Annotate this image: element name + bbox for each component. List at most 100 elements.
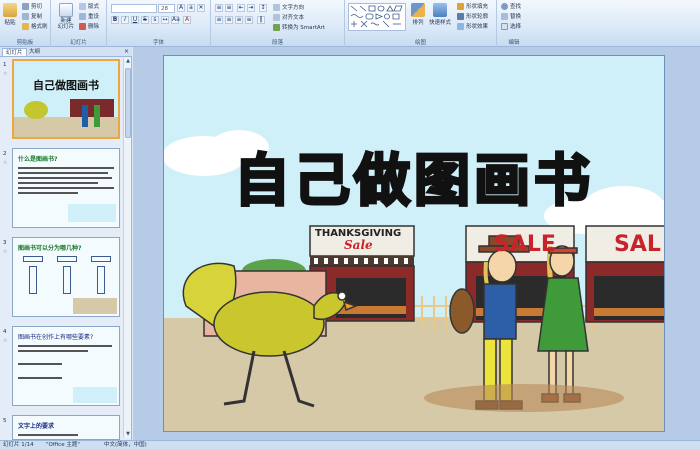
panel-scrollbar[interactable]: ▲ ▼ [123, 58, 131, 438]
text-direction-button[interactable]: 文字方向 [273, 3, 304, 11]
slide-thumbnail-4[interactable]: 图画书在创作上有哪些要素? [12, 326, 120, 406]
drawing-group: 排列 快速样式 形状填充 形状轮廓 形状效果 绘图 [345, 0, 497, 47]
animation-star-icon: ☆ [3, 249, 8, 255]
align-left-button[interactable]: ≡ [215, 16, 223, 24]
strike-button[interactable]: S [141, 16, 149, 24]
drawing-label: 绘图 [414, 40, 426, 46]
binoculars-icon [501, 2, 508, 10]
scroll-down-icon[interactable]: ▼ [125, 431, 131, 438]
format-painter-button[interactable]: 格式刷 [22, 22, 48, 30]
italic-button[interactable]: I [121, 16, 129, 24]
tab-slides[interactable]: 幻灯片 [2, 48, 27, 56]
status-theme: "Office 主题" [46, 442, 80, 448]
layout-icon [79, 2, 86, 10]
store-sign-sale-script: Sale [344, 238, 373, 252]
tab-outline[interactable]: 大纲 [26, 48, 43, 56]
animation-star-icon: ☆ [3, 71, 8, 77]
font-size-combo[interactable]: 28 [158, 4, 175, 13]
thumb-turkey [24, 101, 48, 119]
shape-fill-button[interactable]: 形状填充 [457, 2, 488, 10]
justify-button[interactable]: ≡ [245, 16, 253, 24]
reset-button[interactable]: 重设 [79, 12, 99, 20]
shadow-button[interactable]: s [151, 16, 159, 24]
thumb-number-2: 2 [3, 151, 7, 157]
scroll-up-icon[interactable]: ▲ [125, 58, 131, 65]
brush-icon [22, 22, 29, 30]
effects-icon [457, 22, 464, 30]
thumb-text-line [18, 187, 114, 189]
new-slide-button[interactable]: 新建 幻灯片 [55, 3, 77, 30]
clipboard-group: 粘贴 剪切 复制 格式刷 剪贴板 [0, 0, 51, 47]
font-name-combo[interactable] [111, 4, 157, 13]
thumb-title: 自己做图画书 [33, 79, 99, 92]
slide-thumbnail-1[interactable]: 自己做图画书 [12, 59, 120, 139]
scissors-icon [22, 2, 29, 10]
clear-format-button[interactable]: ✕ [197, 4, 205, 12]
decrease-indent-button[interactable]: ⇤ [237, 4, 245, 12]
shape-outline-button[interactable]: 形状轮廓 [457, 12, 488, 20]
replace-button[interactable]: 替换 [501, 12, 521, 20]
thumb-diagram-box [63, 266, 71, 294]
char-spacing-button[interactable]: ↔ [161, 16, 169, 24]
delete-icon [79, 22, 86, 30]
cut-button[interactable]: 剪切 [22, 2, 42, 10]
font-color-button[interactable]: A [183, 16, 191, 24]
shrink-font-button[interactable]: a [187, 4, 195, 12]
pen-icon [457, 12, 464, 20]
paragraph-label: 段落 [271, 40, 283, 46]
font-group: 28 A a ✕ B I U S s ↔ Aa A 字体 [107, 0, 211, 47]
thumb-stores [70, 99, 114, 117]
thumb-number-3: 3 [3, 240, 7, 246]
bold-button[interactable]: B [111, 16, 119, 24]
thumb-picture [68, 204, 116, 222]
shape-effects-button[interactable]: 形状效果 [457, 22, 488, 30]
cursor-icon [501, 22, 508, 30]
select-button[interactable]: 选择 [501, 22, 521, 30]
paint-bucket-icon [457, 2, 464, 10]
numbering-button[interactable]: ≡ [225, 4, 233, 12]
thumb-number-5: 5 [3, 418, 7, 424]
thumb-text-line [18, 167, 114, 169]
copy-icon [22, 12, 29, 20]
ribbon: 粘贴 剪切 复制 格式刷 剪贴板 新建 幻灯片 版式 重设 删除 幻灯片 28 … [0, 0, 700, 47]
slide-title[interactable]: 自己做图画书 [164, 136, 664, 217]
store-sign-sal: SAL [614, 232, 661, 257]
slide-thumbnail-panel: 幻灯片 大纲 × 1 ☆ 自己做图画书 2 ☆ 什么是图画书? 3 ☆ 图画书可… [0, 47, 132, 440]
bullets-button[interactable]: ≡ [215, 4, 223, 12]
editing-label: 编辑 [508, 40, 520, 46]
change-case-button[interactable]: Aa [171, 16, 180, 24]
thumb-diagram-box [57, 256, 77, 262]
columns-button[interactable]: ‖ [257, 16, 265, 24]
store-sign-sale: SALE [494, 232, 556, 257]
copy-button[interactable]: 复制 [22, 12, 42, 20]
align-center-button[interactable]: ≡ [225, 16, 233, 24]
quick-styles-button[interactable]: 快速样式 [429, 3, 451, 26]
slide-thumbnail-5[interactable]: 文字上的要求 [12, 415, 120, 440]
delete-slide-button[interactable]: 删除 [79, 22, 99, 30]
arrange-button[interactable]: 排列 [411, 3, 425, 26]
animation-star-icon: ☆ [3, 338, 8, 344]
slide-thumbnail-2[interactable]: 什么是图画书? [12, 148, 120, 228]
slide-canvas[interactable]: THANKSGIVING Sale SALE SAL 自己做图画书 [163, 55, 665, 432]
paste-button[interactable]: 粘贴 [3, 3, 17, 26]
align-text-button[interactable]: 对齐文本 [273, 13, 304, 21]
thumb-picture [73, 298, 117, 314]
close-panel-icon[interactable]: × [124, 48, 129, 56]
align-right-button[interactable]: ≡ [235, 16, 243, 24]
scroll-thumb[interactable] [125, 68, 131, 138]
convert-smartart-button[interactable]: 转换为 SmartArt [273, 23, 325, 31]
increase-indent-button[interactable]: ⇥ [247, 4, 255, 12]
underline-button[interactable]: U [131, 16, 139, 24]
grow-font-button[interactable]: A [177, 4, 185, 12]
thumb-text-line [18, 350, 88, 352]
slide-thumbnail-3[interactable]: 图画书可以分为哪几种? [12, 237, 120, 317]
layout-button[interactable]: 版式 [79, 2, 99, 10]
thumb-text-line [18, 177, 112, 179]
thumb-diagram-box [97, 266, 105, 294]
find-button[interactable]: 查找 [501, 2, 521, 10]
shapes-icon [350, 5, 403, 28]
replace-icon [501, 12, 508, 20]
arrange-icon [411, 3, 425, 17]
line-spacing-button[interactable]: ↕ [259, 4, 267, 12]
shapes-gallery[interactable] [348, 3, 406, 31]
